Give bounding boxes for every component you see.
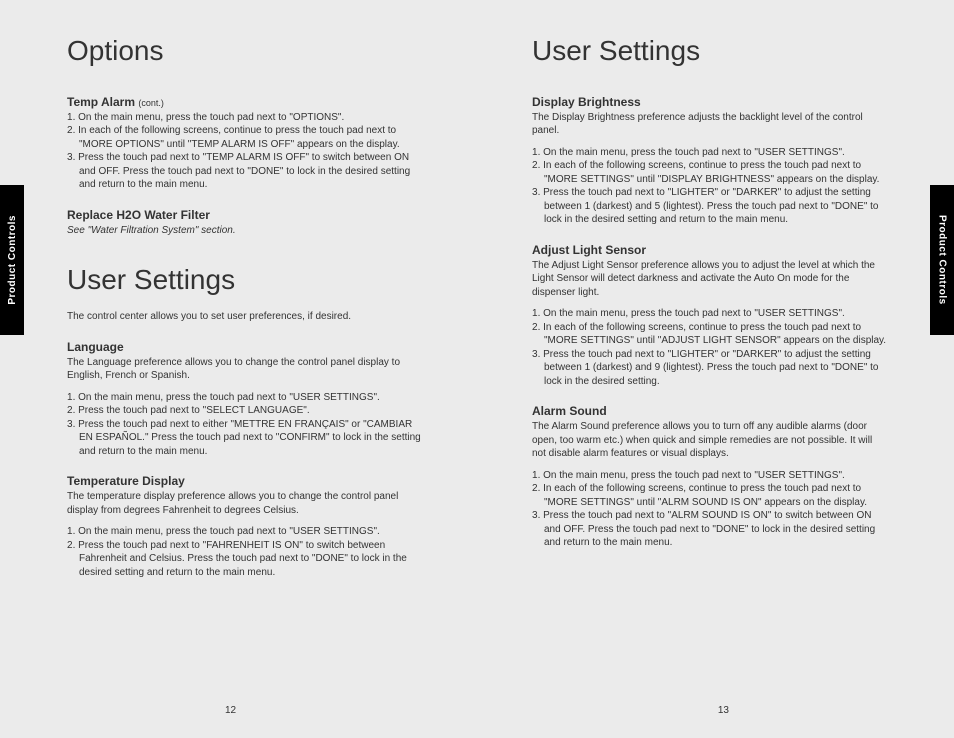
step: On the main menu, press the touch pad ne… <box>532 469 887 483</box>
temp-display-steps: On the main menu, press the touch pad ne… <box>67 525 422 579</box>
step: On the main menu, press the touch pad ne… <box>67 525 422 539</box>
language-heading: Language <box>67 340 422 354</box>
adjust-light-sensor-body: The Adjust Light Sensor preference allow… <box>532 259 887 300</box>
step: Press the touch pad next to "ALRM SOUND … <box>532 509 887 550</box>
step: In each of the following screens, contin… <box>532 482 887 509</box>
temp-alarm-heading: Temp Alarm (cont.) <box>67 95 422 109</box>
user-settings-title: User Settings <box>67 265 422 296</box>
alarm-sound-body: The Alarm Sound preference allows you to… <box>532 420 887 461</box>
adjust-light-sensor-heading: Adjust Light Sensor <box>532 243 887 257</box>
step: Press the touch pad next to "FAHRENHEIT … <box>67 539 422 580</box>
user-settings-intro: The control center allows you to set use… <box>67 310 422 324</box>
step: In each of the following screens, contin… <box>532 159 887 186</box>
language-steps: On the main menu, press the touch pad ne… <box>67 391 422 459</box>
page-title: User Settings <box>532 36 887 67</box>
content-columns: Options Temp Alarm (cont.) On the main m… <box>0 0 954 738</box>
step: Press the touch pad next to "LIGHTER" or… <box>532 186 887 227</box>
language-body: The Language preference allows you to ch… <box>67 356 422 383</box>
page-spread: Product Controls Product Controls Option… <box>0 0 954 738</box>
step: In each of the following screens, contin… <box>532 321 887 348</box>
step: Press the touch pad next to "TEMP ALARM … <box>67 151 422 192</box>
left-page: Options Temp Alarm (cont.) On the main m… <box>0 0 477 738</box>
temp-display-heading: Temperature Display <box>67 474 422 488</box>
temp-display-body: The temperature display preference allow… <box>67 490 422 517</box>
step: On the main menu, press the touch pad ne… <box>67 391 422 405</box>
step: On the main menu, press the touch pad ne… <box>67 111 422 125</box>
step: On the main menu, press the touch pad ne… <box>532 307 887 321</box>
step: Press the touch pad next to either "METT… <box>67 418 422 459</box>
alarm-sound-steps: On the main menu, press the touch pad ne… <box>532 469 887 550</box>
replace-filter-note: See "Water Filtration System" section. <box>67 224 422 238</box>
display-brightness-steps: On the main menu, press the touch pad ne… <box>532 146 887 227</box>
page-number-right: 13 <box>718 705 729 716</box>
replace-filter-heading: Replace H2O Water Filter <box>67 208 422 222</box>
adjust-light-sensor-steps: On the main menu, press the touch pad ne… <box>532 307 887 388</box>
page-title: Options <box>67 36 422 67</box>
right-page: User Settings Display Brightness The Dis… <box>477 0 954 738</box>
temp-alarm-steps: On the main menu, press the touch pad ne… <box>67 111 422 192</box>
display-brightness-body: The Display Brightness preference adjust… <box>532 111 887 138</box>
step: In each of the following screens, contin… <box>67 124 422 151</box>
step: On the main menu, press the touch pad ne… <box>532 146 887 160</box>
step: Press the touch pad next to "SELECT LANG… <box>67 404 422 418</box>
page-number-left: 12 <box>225 705 236 716</box>
alarm-sound-heading: Alarm Sound <box>532 404 887 418</box>
step: Press the touch pad next to "LIGHTER" or… <box>532 348 887 389</box>
display-brightness-heading: Display Brightness <box>532 95 887 109</box>
